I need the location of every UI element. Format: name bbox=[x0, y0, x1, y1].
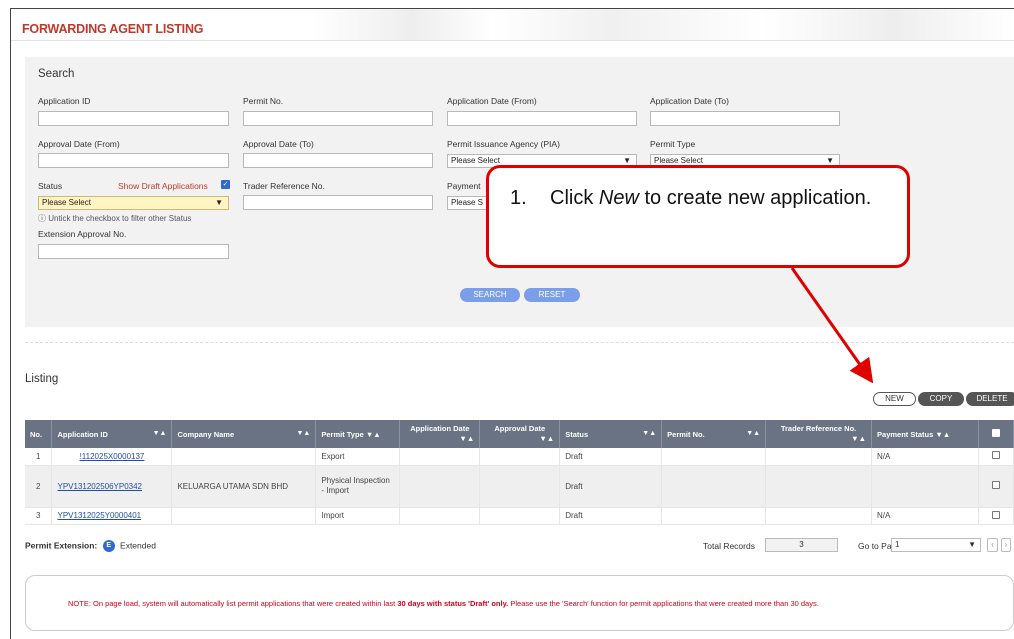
forwarding-agent-listing-page: FORWARDING AGENT LISTING Search Applicat… bbox=[0, 0, 1014, 639]
callout-arrow-line bbox=[790, 267, 874, 384]
callout-arrow bbox=[790, 267, 874, 384]
